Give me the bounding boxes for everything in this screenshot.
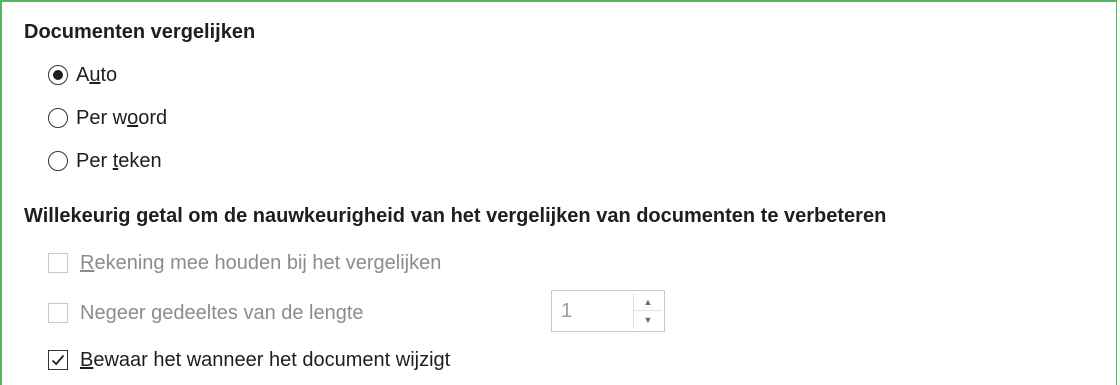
checkmark-icon[interactable] bbox=[48, 350, 68, 370]
radio-auto[interactable]: Auto bbox=[48, 61, 117, 89]
checkbox-ignore-pieces-label: Negeer gedeeltes van de lengte bbox=[80, 301, 364, 324]
spin-buttons: ▲ ▼ bbox=[633, 293, 662, 329]
radio-per-word[interactable]: Per woord bbox=[48, 104, 167, 132]
checkbox-ignore-pieces[interactable]: Negeer gedeeltes van de lengte bbox=[48, 299, 364, 327]
radio-unselected-icon[interactable] bbox=[48, 108, 68, 128]
radio-per-character-label: Per teken bbox=[76, 149, 162, 172]
checkbox-store-on-change[interactable]: Bewaar het wanneer het document wijzigt bbox=[48, 346, 450, 374]
radio-selected-icon[interactable] bbox=[48, 65, 68, 85]
checkbox-store-on-change-label: Bewaar het wanneer het document wijzigt bbox=[80, 348, 451, 371]
checkbox-empty-icon[interactable] bbox=[48, 253, 68, 273]
radio-auto-label: Auto bbox=[76, 63, 118, 86]
spin-up-icon[interactable]: ▲ bbox=[634, 293, 662, 311]
checkbox-empty-icon[interactable] bbox=[48, 303, 68, 323]
checkbox-take-into-account[interactable]: Rekening mee houden bij het vergelijken bbox=[48, 249, 441, 277]
ignore-length-spinbox[interactable]: 1 ▲ ▼ bbox=[551, 290, 665, 332]
options-panel: Documenten vergelijken Auto Per woord Pe… bbox=[0, 0, 1117, 385]
radio-unselected-icon[interactable] bbox=[48, 151, 68, 171]
ignore-length-value[interactable]: 1 bbox=[561, 300, 572, 323]
radio-per-word-label: Per woord bbox=[76, 106, 168, 129]
spin-down-icon[interactable]: ▼ bbox=[634, 311, 662, 329]
random-section-title: Willekeurig getal om de nauwkeurigheid v… bbox=[24, 205, 887, 227]
checkbox-take-into-account-label: Rekening mee houden bij het vergelijken bbox=[80, 251, 442, 274]
compare-section-title: Documenten vergelijken bbox=[24, 21, 256, 43]
radio-per-character[interactable]: Per teken bbox=[48, 147, 162, 175]
